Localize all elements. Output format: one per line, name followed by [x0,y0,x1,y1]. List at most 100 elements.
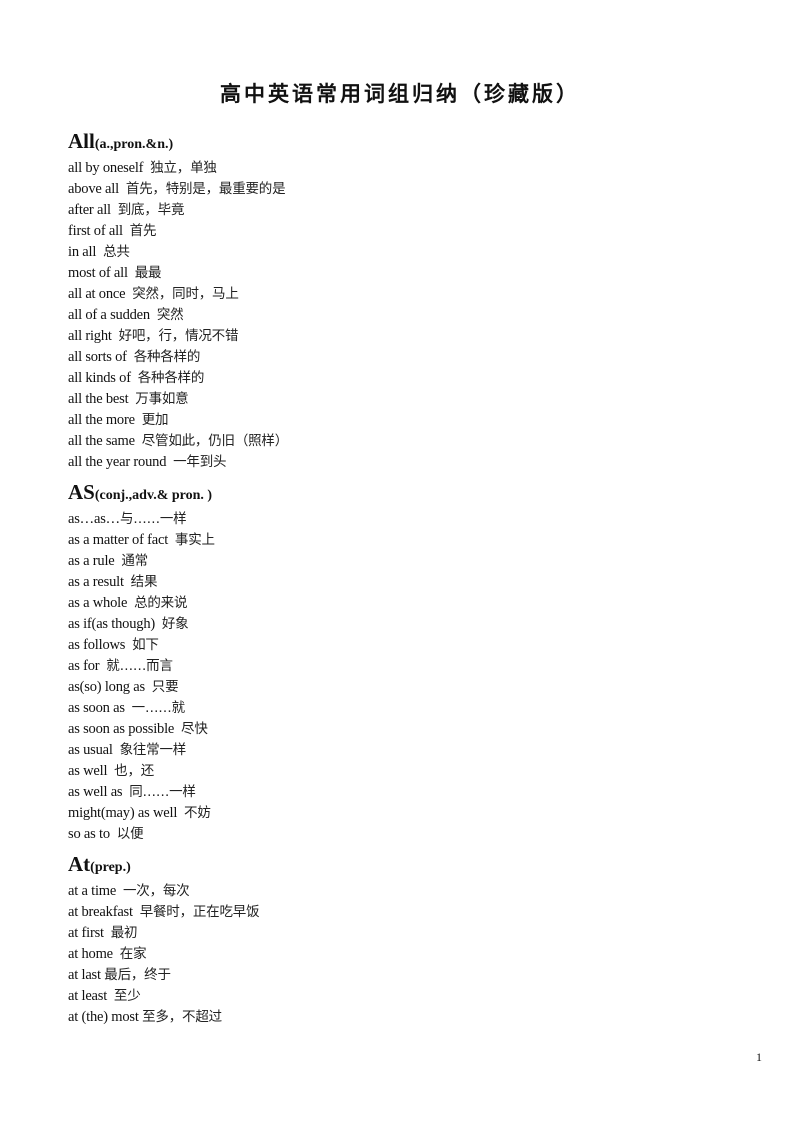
phrase-english: all the more [68,412,135,428]
phrase-chinese: 最最 [134,265,162,281]
phrase-english: as follows [68,637,126,653]
phrase-english: all of a sudden [68,307,150,323]
phrase-english: after all [68,202,111,218]
phrase-english: in all [68,244,97,260]
phrase-chinese: 结果 [130,574,158,590]
phrase-entry: all right 好吧，行，情况不错 [68,326,748,347]
phrase-entry: might(may) as well 不妨 [68,803,748,824]
phrase-english: all the same [68,433,135,449]
phrase-english: as a matter of fact [68,532,169,548]
phrase-chinese: 突然，同时，马上 [132,286,239,302]
phrase-chinese: 突然 [156,307,184,323]
phrase-separator [104,925,111,941]
phrase-separator [133,904,140,920]
phrase-entry: as a matter of fact 事实上 [68,530,748,551]
phrase-entry: as a rule 通常 [68,551,748,572]
phrase-chinese: 各种各样的 [133,349,201,365]
phrase-english: as if(as though) [68,616,156,632]
phrase-english: as usual [68,742,113,758]
phrase-separator [174,721,181,737]
phrase-chinese: 通常 [121,553,148,569]
phrase-chinese: 尽管如此，仍旧（照样） [141,433,289,449]
phrase-entry: all the same 尽管如此，仍旧（照样） [68,431,748,452]
phrase-separator [107,988,114,1004]
phrase-english: above all [68,181,119,197]
phrase-separator [110,826,117,842]
phrase-separator [168,532,175,548]
phrase-english: as a rule [68,553,115,569]
phrase-separator [145,679,152,695]
heading-word: AS [68,480,95,504]
phrase-entry: as…as…与……一样 [68,509,748,530]
phrase-entry: at first 最初 [68,923,748,944]
phrase-entry: most of all 最最 [68,263,748,284]
phrase-chinese: 好象 [161,616,189,632]
phrase-english: all right [68,328,112,344]
phrase-separator [112,328,119,344]
phrase-english: all kinds of [68,370,131,386]
phrase-chinese: 同……一样 [129,784,196,800]
phrase-english: might(may) as well [68,805,178,821]
phrase-entry: as well 也，还 [68,761,748,782]
phrase-entry: as well as 同……一样 [68,782,748,803]
phrase-chinese: 最后，终于 [104,967,171,983]
phrase-separator [177,805,184,821]
phrase-entry: after all 到底，毕竟 [68,200,748,221]
phrase-english: as soon as [68,700,125,716]
section-heading: All(a.,pron.&n.) [68,126,748,156]
phrase-chinese: 至多，不超过 [142,1009,222,1025]
phrase-entry: as(so) long as 只要 [68,677,748,698]
phrase-entry: as soon as possible 尽快 [68,719,748,740]
phrase-separator [111,202,118,218]
phrase-entry: all by oneself 独立，单独 [68,158,748,179]
phrase-english: so as to [68,826,110,842]
phrase-chinese: 总共 [103,244,130,260]
phrase-entry: as for 就……而言 [68,656,748,677]
phrase-english: as well as [68,784,123,800]
phrase-english: as for [68,658,100,674]
phrase-entry: as a whole 总的来说 [68,593,748,614]
phrase-entry: as a result 结果 [68,572,748,593]
phrase-chinese: 尽快 [181,721,208,737]
section-as: AS(conj.,adv.& pron. ) as…as…与……一样 as a ma… [68,477,748,845]
phrase-separator [131,370,138,386]
heading-word: All [68,129,95,153]
phrase-entry: so as to 以便 [68,824,748,845]
phrase-chinese: 一年到头 [173,454,227,470]
phrase-entry: as follows 如下 [68,635,748,656]
phrase-entry: at a time 一次，每次 [68,881,748,902]
phrase-english: at home [68,946,113,962]
phrase-separator [123,223,130,239]
phrase-chinese: 与……一样 [119,511,187,527]
phrase-chinese: 也，还 [114,763,155,779]
phrase-english: all by oneself [68,160,144,176]
phrase-chinese: 更加 [141,412,169,428]
section-heading: AS(conj.,adv.& pron. ) [68,477,748,507]
phrase-chinese: 首先 [129,223,157,239]
phrase-entry: all the year round 一年到头 [68,452,748,473]
phrase-english: as well [68,763,108,779]
phrase-separator [135,433,142,449]
phrase-english: all the best [68,391,129,407]
phrase-separator [150,307,157,323]
phrase-chinese: 各种各样的 [137,370,205,386]
phrase-chinese: 不妨 [184,805,211,821]
phrase-separator [155,616,162,632]
phrase-entry: in all 总共 [68,242,748,263]
phrase-chinese: 独立，单独 [150,160,217,176]
phrase-entry: at least 至少 [68,986,748,1007]
phrase-separator [135,412,142,428]
phrase-separator [125,700,132,716]
heading-part-of-speech: (conj.,adv.& pron. ) [94,488,213,503]
phrase-english: at last [68,967,101,983]
phrase-separator [127,349,134,365]
phrase-entry: all sorts of 各种各样的 [68,347,748,368]
phrase-chinese: 只要 [151,679,179,695]
phrase-chinese: 就……而言 [106,658,173,674]
phrase-chinese: 至少 [113,988,141,1004]
phrase-english: at (the) most [68,1009,139,1025]
phrase-entry: at breakfast 早餐时，正在吃早饭 [68,902,748,923]
phrase-entry: first of all 首先 [68,221,748,242]
phrase-separator [128,265,135,281]
heading-word: At [68,852,91,876]
